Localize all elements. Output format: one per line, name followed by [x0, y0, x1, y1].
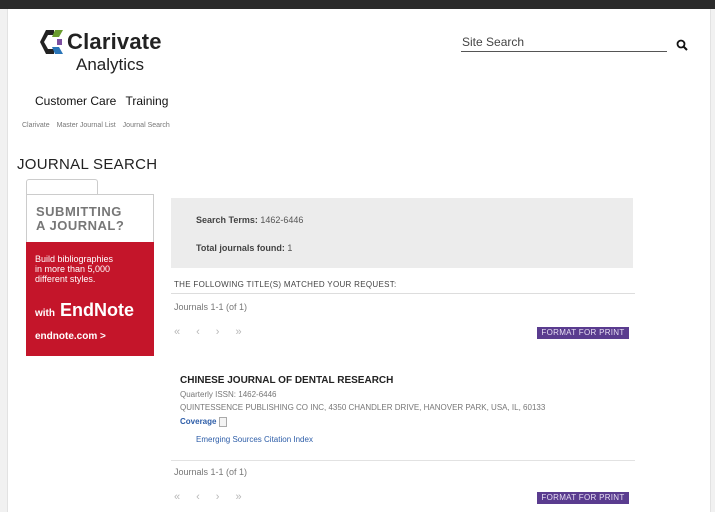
journal-issn: Quarterly ISSN: 1462-6446 [180, 390, 277, 399]
ad-headline-line2: A JOURNAL? [36, 218, 125, 233]
coverage-toggle[interactable]: Coverage [180, 417, 228, 427]
logo-text-sub: Analytics [76, 55, 145, 74]
ad-with-word: with [35, 308, 55, 319]
format-for-print-button[interactable]: FORMAT FOR PRINT [537, 327, 629, 339]
pagination-controls-bottom: « ‹ › » [174, 491, 258, 503]
page-title: JOURNAL SEARCH [17, 156, 158, 173]
format-for-print-button-bottom[interactable]: FORMAT FOR PRINT [537, 492, 629, 504]
breadcrumb-item-clarivate[interactable]: Clarivate [22, 122, 50, 129]
total-found-label: Total journals found: [196, 243, 285, 253]
breadcrumb-item-master-journal-list[interactable]: Master Journal List [57, 122, 116, 129]
endnote-ad-banner[interactable]: SUBMITTING A JOURNAL? Build bibliographi… [26, 194, 154, 356]
ad-url-link[interactable]: endnote.com > [35, 331, 106, 342]
prev-page-icon[interactable]: ‹ [196, 491, 200, 503]
ad-headline-line1: SUBMITTING [36, 204, 122, 219]
last-page-icon[interactable]: » [235, 491, 241, 503]
journal-result: CHINESE JOURNAL OF DENTAL RESEARCH Quart… [171, 367, 635, 459]
ad-brand-name: EndNote [60, 300, 135, 320]
divider [171, 293, 635, 294]
ad-body-line2: in more than 5,000 [35, 264, 111, 274]
citation-index-link[interactable]: Emerging Sources Citation Index [196, 435, 313, 444]
matched-heading: THE FOLLOWING TITLE(S) MATCHED YOUR REQU… [174, 280, 397, 289]
search-terms-label: Search Terms: [196, 215, 258, 225]
total-found: Total journals found: 1 [196, 243, 292, 253]
prev-page-icon[interactable]: ‹ [196, 326, 200, 338]
nav-item-customer-care[interactable]: Customer Care [35, 94, 116, 108]
ad-headline: SUBMITTING A JOURNAL? [36, 205, 124, 233]
next-page-icon[interactable]: › [216, 491, 220, 503]
ad-body-line3: different styles. [35, 274, 96, 284]
breadcrumb-item-journal-search: Journal Search [122, 122, 170, 129]
last-page-icon[interactable]: » [235, 326, 241, 338]
search-terms: Search Terms: 1462-6446 [196, 215, 303, 225]
next-page-icon[interactable]: › [216, 326, 220, 338]
divider [171, 460, 635, 461]
ad-brand-line: with EndNote [35, 300, 134, 321]
coverage-label: Coverage [180, 417, 217, 427]
ad-body-text: Build bibliographies in more than 5,000 … [35, 254, 113, 284]
total-found-value: 1 [287, 243, 293, 253]
journal-publisher: QUINTESSENCE PUBLISHING CO INC, 4350 CHA… [180, 403, 546, 412]
ad-red-panel: Build bibliographies in more than 5,000 … [26, 242, 154, 356]
pagination-controls: « ‹ › » [174, 326, 258, 338]
coverage-expand-icon[interactable] [219, 417, 228, 427]
ad-header-panel: SUBMITTING A JOURNAL? [26, 194, 154, 243]
top-bar [0, 0, 715, 9]
nav-item-training[interactable]: Training [125, 94, 168, 108]
search-summary-panel: Search Terms: 1462-6446 Total journals f… [171, 198, 633, 268]
results-count-bottom: Journals 1-1 (of 1) [174, 467, 248, 477]
window-frame-right [710, 9, 715, 512]
first-page-icon[interactable]: « [174, 326, 180, 338]
search-icon[interactable] [676, 39, 688, 51]
clarivate-logo-icon [40, 30, 63, 54]
results-count: Journals 1-1 (of 1) [174, 302, 248, 312]
breadcrumb: Clarivate Master Journal List Journal Se… [22, 122, 175, 129]
site-search-input[interactable]: Site Search [462, 35, 524, 49]
main-nav: Customer Care Training [35, 94, 174, 108]
logo-text-brand: Clarivate [67, 29, 162, 54]
site-search-underline [461, 51, 667, 52]
search-terms-value: 1462-6446 [260, 215, 304, 225]
journal-title: CHINESE JOURNAL OF DENTAL RESEARCH [180, 375, 394, 386]
first-page-icon[interactable]: « [174, 491, 180, 503]
ad-body-line1: Build bibliographies [35, 254, 114, 264]
window-frame-left [0, 9, 8, 512]
